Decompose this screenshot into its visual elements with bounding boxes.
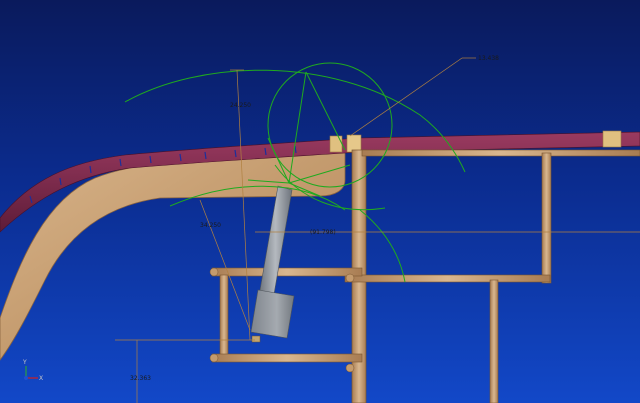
axis-triad: Y X — [22, 359, 43, 382]
dimension-label-34-250[interactable]: 34.250 — [200, 222, 221, 229]
skin-block-mid[interactable] — [346, 134, 362, 153]
rail-end-cap-3 — [345, 273, 355, 283]
dimension-label-13-438[interactable]: 13.438 — [478, 55, 499, 62]
right-vertical-post[interactable] — [541, 152, 552, 284]
triad-y-label: Y — [22, 359, 27, 366]
actuator-base-pin — [251, 335, 261, 343]
cad-scene[interactable]: 13.438 24.250 34.250 (91.798) 32.363 Y X — [0, 0, 640, 403]
lower-right-post[interactable] — [489, 279, 499, 403]
middle-horizontal-rail[interactable] — [344, 274, 551, 283]
sketch-arc-bottom-right — [359, 209, 406, 283]
skin-block-left[interactable] — [329, 135, 343, 153]
top-horizontal-rail[interactable] — [361, 149, 640, 157]
skin-block-right[interactable] — [602, 130, 622, 148]
bracket-bottom-rail[interactable] — [211, 353, 363, 363]
cad-viewport[interactable]: 13.438 24.250 34.250 (91.798) 32.363 Y X — [0, 0, 640, 403]
dimension-label-91-798[interactable]: (91.798) — [310, 229, 336, 236]
actuator-rod[interactable] — [258, 185, 293, 301]
rail-end-cap-1 — [209, 267, 219, 277]
bracket-top-rail[interactable] — [211, 267, 363, 277]
bracket-vertical[interactable] — [219, 274, 229, 361]
linear-actuator[interactable] — [250, 185, 295, 343]
actuator-body[interactable] — [250, 289, 295, 339]
dimension-lines — [115, 57, 640, 403]
rail-end-cap-2 — [209, 353, 219, 363]
rail-end-cap-4 — [345, 363, 355, 373]
sketch-line-2 — [305, 71, 346, 151]
triad-x-label: X — [39, 375, 43, 382]
dimension-label-32-363[interactable]: 32.363 — [130, 375, 151, 382]
dimension-label-24-250[interactable]: 24.250 — [230, 102, 251, 109]
